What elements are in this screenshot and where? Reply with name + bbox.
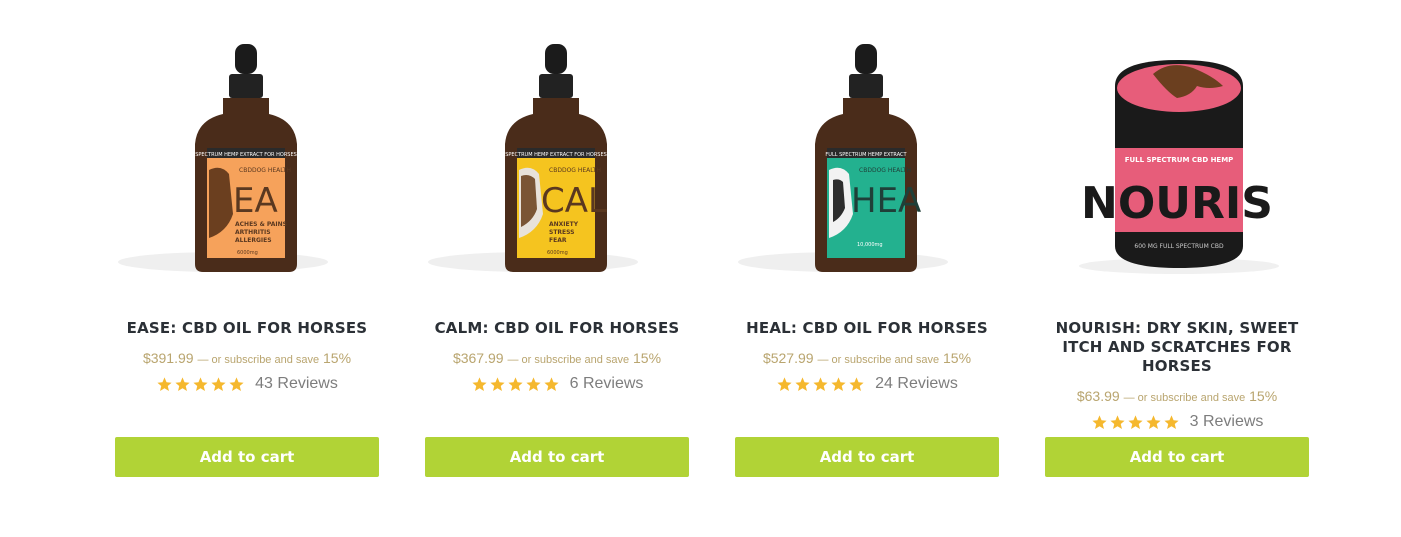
star-icon xyxy=(831,376,846,391)
svg-text:ANXIETY: ANXIETY xyxy=(549,221,579,228)
add-to-cart-button[interactable]: Add to cart xyxy=(1045,437,1309,477)
price: $391.99 xyxy=(142,350,194,366)
svg-text:NOURIS: NOURIS xyxy=(1081,178,1273,229)
star-rating xyxy=(776,376,865,393)
svg-text:STRESS: STRESS xyxy=(549,229,575,236)
rating[interactable]: 6 Reviews xyxy=(425,375,689,393)
svg-text:6000mg: 6000mg xyxy=(547,250,568,256)
product-title[interactable]: EASE: CBD OIL FOR HORSES xyxy=(115,319,379,338)
product-title[interactable]: CALM: CBD OIL FOR HORSES xyxy=(425,319,689,338)
star-icon xyxy=(795,376,810,391)
star-icon xyxy=(175,376,190,391)
star-icon xyxy=(193,376,208,391)
price: $63.99 xyxy=(1076,388,1120,404)
svg-text:ACHES & PAINS: ACHES & PAINS xyxy=(235,221,287,228)
svg-text:ARTHRITIS: ARTHRITIS xyxy=(235,229,271,236)
star-icon xyxy=(490,376,505,391)
svg-text:6000mg: 6000mg xyxy=(237,250,258,256)
star-icon xyxy=(813,376,828,391)
svg-text:10,000mg: 10,000mg xyxy=(857,242,883,248)
review-count[interactable]: 6 Reviews xyxy=(570,375,644,393)
svg-text:CBDDOG HEALTH: CBDDOG HEALTH xyxy=(859,167,911,174)
svg-text:CBDDOG HEALTH: CBDDOG HEALTH xyxy=(549,167,601,174)
product-grid: SPECTRUM HEMP EXTRACT FOR HORSES CBDDOG … xyxy=(0,0,1401,537)
rating[interactable]: 43 Reviews xyxy=(115,375,379,393)
price-line: $527.99 — or subscribe and save 15% xyxy=(735,350,999,366)
svg-text:FEAR: FEAR xyxy=(549,237,567,244)
rating[interactable]: 24 Reviews xyxy=(735,375,999,393)
star-icon xyxy=(1146,414,1161,429)
subscribe-text: — or subscribe and save xyxy=(817,354,940,366)
jar-image: FULL SPECTRUM CBD HEMP NOURIS 600 MG FUL… xyxy=(1079,60,1279,274)
svg-text:HEA: HEA xyxy=(851,181,921,221)
discount: 15% xyxy=(633,350,662,366)
discount: 15% xyxy=(323,350,352,366)
svg-text:CAL: CAL xyxy=(541,181,607,221)
star-icon xyxy=(229,376,244,391)
price-line: $367.99 — or subscribe and save 15% xyxy=(425,350,689,366)
discount: 15% xyxy=(1249,388,1278,404)
bottle-image: FULL SPECTRUM HEMP EXTRACT CBDDOG HEALTH… xyxy=(738,44,948,272)
star-icon xyxy=(1128,414,1143,429)
svg-text:ALLERGIES: ALLERGIES xyxy=(235,237,272,244)
product-card-ease: SPECTRUM HEMP EXTRACT FOR HORSES CBDDOG … xyxy=(115,40,379,393)
star-icon xyxy=(472,376,487,391)
svg-text:FULL SPECTRUM HEMP EXTRACT: FULL SPECTRUM HEMP EXTRACT xyxy=(825,152,907,158)
star-icon xyxy=(544,376,559,391)
svg-text:600 MG FULL SPECTRUM CBD: 600 MG FULL SPECTRUM CBD xyxy=(1134,243,1224,250)
star-icon xyxy=(508,376,523,391)
svg-text:EA: EA xyxy=(233,181,278,221)
star-rating xyxy=(156,376,245,393)
bottle-image: SPECTRUM HEMP EXTRACT FOR HORSES CBDDOG … xyxy=(118,44,328,272)
star-icon xyxy=(1164,414,1179,429)
product-card-nourish: FULL SPECTRUM CBD HEMP NOURIS 600 MG FUL… xyxy=(1045,40,1309,431)
star-icon xyxy=(157,376,172,391)
review-count[interactable]: 24 Reviews xyxy=(875,375,958,393)
discount: 15% xyxy=(943,350,972,366)
product-image[interactable]: SPECTRUM HEMP EXTRACT FOR HORSES CBDDOG … xyxy=(425,40,689,298)
star-icon xyxy=(211,376,226,391)
product-title[interactable]: NOURISH: DRY SKIN, SWEET ITCH AND SCRATC… xyxy=(1045,319,1309,376)
review-count[interactable]: 3 Reviews xyxy=(1190,413,1264,431)
svg-text:FULL SPECTRUM CBD HEMP: FULL SPECTRUM CBD HEMP xyxy=(1125,156,1234,164)
star-icon xyxy=(1092,414,1107,429)
bottle-image: SPECTRUM HEMP EXTRACT FOR HORSES CBDDOG … xyxy=(428,44,638,272)
add-to-cart-button[interactable]: Add to cart xyxy=(115,437,379,477)
svg-text:SPECTRUM HEMP EXTRACT FOR HORS: SPECTRUM HEMP EXTRACT FOR HORSES xyxy=(195,152,297,158)
product-image[interactable]: FULL SPECTRUM HEMP EXTRACT CBDDOG HEALTH… xyxy=(735,40,999,298)
price-line: $391.99 — or subscribe and save 15% xyxy=(115,350,379,366)
add-to-cart-button[interactable]: Add to cart xyxy=(425,437,689,477)
subscribe-text: — or subscribe and save xyxy=(1123,392,1246,404)
star-rating xyxy=(471,376,560,393)
price-line: $63.99 — or subscribe and save 15% xyxy=(1045,388,1309,404)
product-card-heal: FULL SPECTRUM HEMP EXTRACT CBDDOG HEALTH… xyxy=(735,40,999,393)
review-count[interactable]: 43 Reviews xyxy=(255,375,338,393)
price: $367.99 xyxy=(452,350,504,366)
svg-text:SPECTRUM HEMP EXTRACT FOR HORS: SPECTRUM HEMP EXTRACT FOR HORSES xyxy=(505,152,607,158)
subscribe-text: — or subscribe and save xyxy=(197,354,320,366)
rating[interactable]: 3 Reviews xyxy=(1045,413,1309,431)
product-title[interactable]: HEAL: CBD OIL FOR HORSES xyxy=(735,319,999,338)
star-icon xyxy=(777,376,792,391)
product-image[interactable]: SPECTRUM HEMP EXTRACT FOR HORSES CBDDOG … xyxy=(115,40,379,298)
star-icon xyxy=(1110,414,1125,429)
subscribe-text: — or subscribe and save xyxy=(507,354,630,366)
product-card-calm: SPECTRUM HEMP EXTRACT FOR HORSES CBDDOG … xyxy=(425,40,689,393)
star-icon xyxy=(526,376,541,391)
product-image[interactable]: FULL SPECTRUM CBD HEMP NOURIS 600 MG FUL… xyxy=(1045,40,1309,298)
svg-text:CBDDOG HEALTH: CBDDOG HEALTH xyxy=(239,167,291,174)
price: $527.99 xyxy=(762,350,814,366)
add-to-cart-button[interactable]: Add to cart xyxy=(735,437,999,477)
star-icon xyxy=(849,376,864,391)
star-rating xyxy=(1091,414,1180,431)
